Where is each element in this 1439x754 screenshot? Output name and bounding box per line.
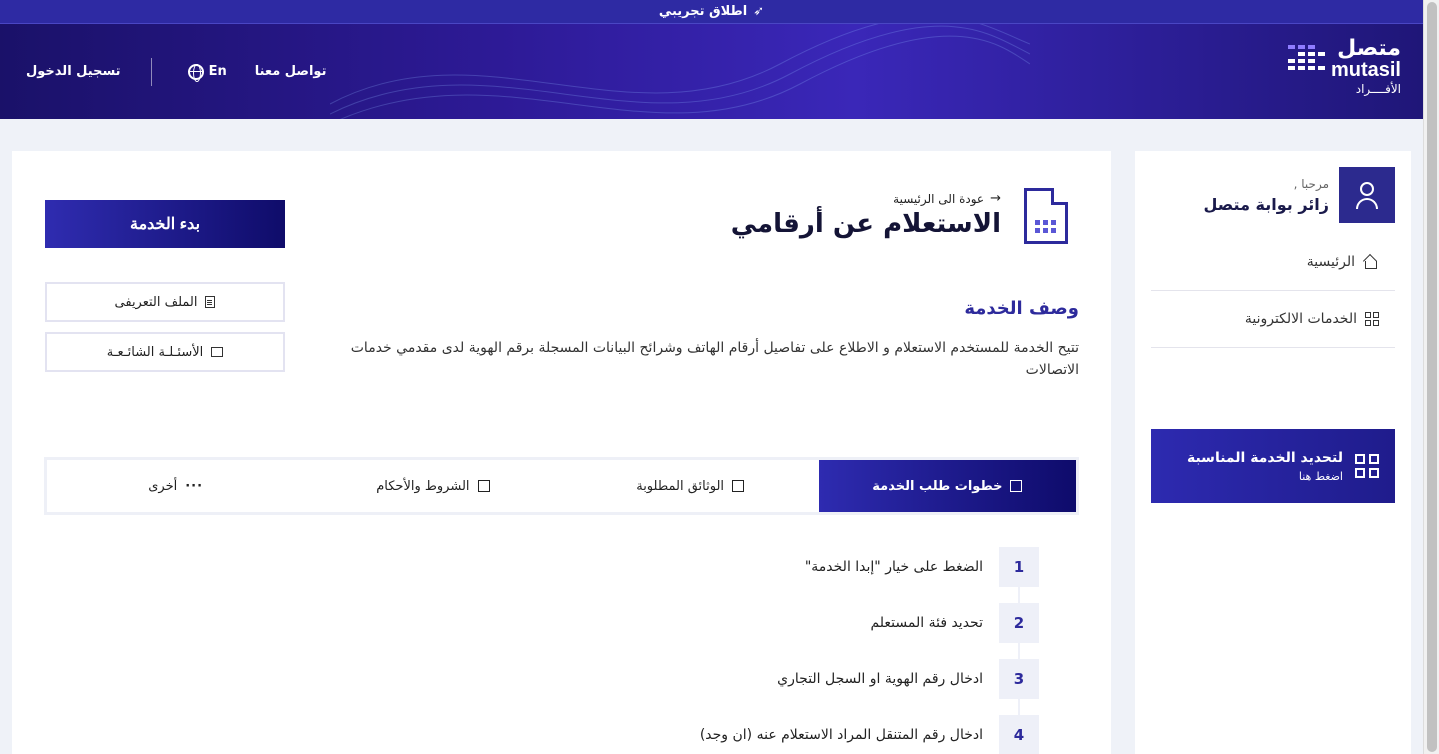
sidebar-item-eservices[interactable]: الخدمات الالكترونية	[1151, 291, 1395, 348]
user-box: مرحبا , زائر بوابة متصل	[1203, 167, 1395, 223]
service-card: → عودة الى الرئيسية الاستعلام عن أرقامي …	[12, 151, 1111, 754]
step-text: ادخال رقم الهوية او السجل التجاري	[777, 671, 983, 687]
page-title: الاستعلام عن أرقامي	[730, 209, 1001, 239]
step-item: 4 ادخال رقم المتنقل المراد الاستعلام عنه…	[700, 715, 1039, 754]
step-item: 1 الضغط على خيار "إبدا الخدمة"	[805, 547, 1039, 587]
checkbox-icon	[477, 480, 490, 492]
grid-icon	[1365, 312, 1379, 326]
document-icon	[205, 296, 216, 308]
tab-label: الشروط والأحكام	[376, 478, 470, 494]
beta-banner: ➶ اطلاق تجريبي	[0, 0, 1423, 24]
mutasil-logo[interactable]: متصل mutasil الأفــــراد	[1287, 36, 1401, 96]
description-heading: وصف الخدمة	[964, 298, 1079, 319]
scrollbar-thumb[interactable]	[1427, 2, 1437, 752]
page-scrollbar[interactable]	[1423, 0, 1439, 754]
step-number: 4	[999, 715, 1039, 754]
home-icon	[1363, 255, 1379, 269]
documents-icon	[732, 480, 745, 492]
service-document-icon	[1024, 188, 1068, 244]
globe-icon	[187, 63, 204, 82]
user-name: زائر بوابة متصل	[1203, 194, 1329, 214]
user-avatar-icon	[1339, 167, 1395, 223]
question-icon	[211, 347, 224, 357]
start-service-button[interactable]: بدء الخدمة	[45, 200, 285, 248]
sidebar-item-label: الخدمات الالكترونية	[1244, 311, 1357, 327]
service-tabs: خطوات طلب الخدمة الوثائق المطلوبة الشروط…	[44, 457, 1079, 515]
steps-icon	[1010, 480, 1023, 492]
faq-button-label: الأسئـلـة الشائـعـة	[106, 344, 204, 360]
arrow-right-icon: →	[990, 191, 1001, 206]
find-service-promo[interactable]: لتحديد الخدمة المناسبة اضغط هنا	[1151, 429, 1395, 503]
tab-steps[interactable]: خطوات طلب الخدمة	[818, 460, 1076, 512]
language-label: En	[208, 64, 227, 79]
sidebar-item-home[interactable]: الرئيسية	[1151, 234, 1395, 291]
login-link[interactable]: تسجيل الدخول	[26, 64, 121, 79]
back-to-home-link[interactable]: → عودة الى الرئيسية	[893, 191, 1001, 206]
step-text: تحديد فئة المستعلم	[870, 615, 983, 631]
tab-label: الوثائق المطلوبة	[636, 478, 725, 494]
qr-icon	[1355, 454, 1379, 478]
faq-button[interactable]: الأسئـلـة الشائـعـة	[45, 332, 285, 372]
logo-arabic: متصل	[1337, 36, 1401, 61]
sidebar: مرحبا , زائر بوابة متصل الرئيسية الخدمات…	[1135, 151, 1411, 754]
back-label: عودة الى الرئيسية	[893, 191, 985, 206]
step-text: الضغط على خيار "إبدا الخدمة"	[804, 559, 983, 575]
more-dots-icon: ···	[185, 478, 204, 494]
tab-label: خطوات طلب الخدمة	[872, 478, 1003, 494]
tab-other[interactable]: ··· أخرى	[47, 460, 304, 512]
beta-banner-text: اطلاق تجريبي	[658, 4, 748, 19]
logo-mark-icon	[1287, 44, 1325, 70]
profile-button[interactable]: الملف التعريفى	[45, 282, 285, 322]
rocket-icon: ➶	[753, 4, 765, 19]
profile-button-label: الملف التعريفى	[114, 294, 198, 310]
logo-subtitle: الأفــــراد	[1355, 82, 1401, 96]
tab-terms[interactable]: الشروط والأحكام	[304, 460, 561, 512]
header-decoration	[330, 24, 1030, 119]
step-number: 1	[999, 547, 1039, 587]
greeting: مرحبا ,	[1293, 176, 1329, 191]
sidebar-item-label: الرئيسية	[1306, 254, 1355, 270]
logo-english: mutasil	[1330, 59, 1401, 81]
step-number: 2	[999, 603, 1039, 643]
step-item: 2 تحديد فئة المستعلم	[870, 603, 1039, 643]
service-description: تتيح الخدمة للمستخدم الاستعلام و الاطلاع…	[350, 340, 1079, 378]
promo-title: لتحديد الخدمة المناسبة	[1186, 449, 1343, 466]
header-nav: تسجيل الدخول En تواصل معنا	[26, 24, 326, 119]
step-text: ادخال رقم المتنقل المراد الاستعلام عنه (…	[699, 727, 983, 743]
language-switch[interactable]: En	[187, 63, 227, 82]
contact-link[interactable]: تواصل معنا	[255, 64, 327, 79]
nav-divider	[150, 57, 152, 86]
promo-subtitle: اضغط هنا	[1298, 469, 1343, 483]
tab-documents[interactable]: الوثائق المطلوبة	[562, 460, 819, 512]
step-number: 3	[999, 659, 1039, 699]
tab-label: أخرى	[148, 478, 178, 494]
step-item: 3 ادخال رقم الهوية او السجل التجاري	[777, 659, 1039, 699]
